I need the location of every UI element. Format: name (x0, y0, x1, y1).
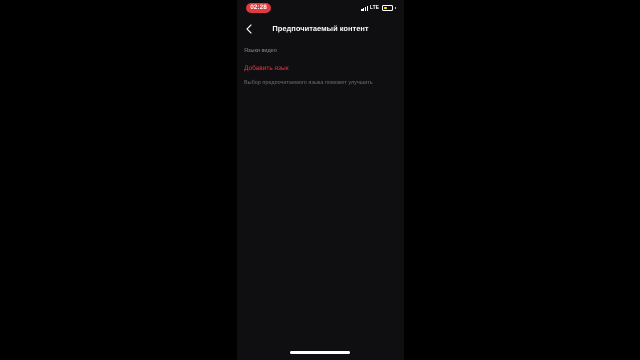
add-language-button[interactable]: Добавить язык (244, 64, 289, 73)
page-title: Предпочитаемый контент (272, 24, 369, 33)
battery-tip (395, 7, 396, 9)
battery-level (383, 6, 388, 10)
phone-screen: 02:28 LTE Предпочитаемый контент Языки в… (237, 0, 404, 360)
navigation-bar: Предпочитаемый контент (237, 18, 404, 40)
hint-text: Выбор предпочитаемого языка поможет улуч… (244, 80, 373, 86)
status-time: 02:28 (246, 3, 271, 13)
section-label-video-languages: Языки видео (244, 48, 277, 54)
signal-icon (361, 5, 368, 11)
home-indicator[interactable] (290, 351, 350, 354)
battery-icon (382, 5, 393, 11)
network-label: LTE (369, 5, 379, 11)
status-bar: 02:28 LTE (237, 0, 404, 16)
status-indicators: LTE (361, 4, 396, 12)
